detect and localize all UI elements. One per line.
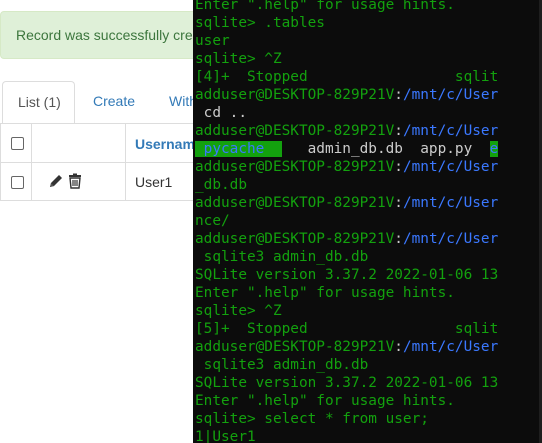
terminal-text: /mnt/c/User [402, 123, 499, 139]
terminal-line: Enter ".help" for usage hints. [195, 392, 455, 410]
row-select-cell [0, 162, 32, 201]
terminal-text: sqlite3 admin_db.db [195, 249, 369, 265]
terminal-line: adduser@DESKTOP-829P21V:/mnt/c/User [195, 230, 498, 248]
terminal-text: sqlite> ^Z [195, 303, 282, 319]
terminal-line: [5]+ Stopped sqlit [195, 320, 498, 338]
terminal-text: adduser@DESKTOP-829P21V [195, 339, 395, 355]
terminal-line: adduser@DESKTOP-829P21V:/mnt/c/User [195, 122, 498, 140]
terminal-text: Enter ".help" for usage hints. [195, 0, 455, 13]
terminal-line: 1|User1 [195, 428, 256, 443]
terminal-text: sqlite3 admin_db.db [195, 357, 369, 373]
terminal-line: [4]+ Stopped sqlit [195, 68, 498, 86]
terminal-line: user [195, 32, 230, 50]
terminal-line: Enter ".help" for usage hints. [195, 0, 455, 14]
actions-header [31, 123, 126, 163]
terminal-line: adduser@DESKTOP-829P21V:/mnt/c/User [195, 158, 498, 176]
terminal-window[interactable]: Enter ".help" for usage hints. sqlite> .t… [193, 0, 542, 443]
terminal-line: sqlite3 admin_db.db [195, 248, 369, 266]
terminal-text: /mnt/c/User [402, 195, 499, 211]
terminal-text: sqlite> select * from user; [195, 411, 429, 427]
terminal-line: adduser@DESKTOP-829P21V:/mnt/c/User [195, 194, 498, 212]
trash-icon[interactable] [68, 173, 82, 189]
terminal-line: adduser@DESKTOP-829P21V:/mnt/c/User [195, 338, 498, 356]
pencil-icon[interactable] [48, 173, 64, 189]
terminal-line: SQLite version 3.37.2 2022-01-06 13 [195, 374, 498, 392]
terminal-text: nce/ [195, 213, 230, 229]
terminal-text: 1|User1 [195, 429, 256, 443]
terminal-text: /mnt/c/User [402, 159, 499, 175]
terminal-text: : [394, 339, 403, 355]
terminal-text: cd .. [195, 105, 247, 121]
terminal-text: pycache [195, 141, 282, 157]
terminal-text: : [394, 123, 403, 139]
alert-message: Record was successfully cre [16, 27, 193, 43]
row-actions-cell [31, 162, 126, 201]
terminal-text: sqlite> ^Z [195, 51, 282, 67]
terminal-text: sqlite> .tables [195, 15, 325, 31]
terminal-line: Enter ".help" for usage hints. [195, 284, 455, 302]
terminal-text: Enter ".help" for usage hints. [195, 285, 455, 301]
select-all-cell [0, 123, 32, 163]
terminal-text: : [394, 231, 403, 247]
terminal-text: [5]+ Stopped sqlit [195, 321, 499, 337]
terminal-line: SQLite version 3.37.2 2022-01-06 13 [195, 266, 498, 284]
terminal-line: nce/ [195, 212, 230, 230]
terminal-text: : [394, 195, 403, 211]
terminal-text: /mnt/c/User [402, 231, 499, 247]
terminal-text: adduser@DESKTOP-829P21V [195, 195, 395, 211]
terminal-text: SQLite version 3.37.2 2022-01-06 13 [195, 375, 499, 391]
select-all-checkbox[interactable] [11, 137, 24, 150]
terminal-text: /mnt/c/User [402, 339, 499, 355]
terminal-line: _db.db [195, 176, 247, 194]
terminal-text: _db.db [195, 177, 247, 193]
terminal-text: : [394, 159, 403, 175]
terminal-line: sqlite3 admin_db.db [195, 356, 369, 374]
terminal-text: Enter ".help" for usage hints. [195, 393, 455, 409]
terminal-line: adduser@DESKTOP-829P21V:/mnt/c/User [195, 86, 498, 104]
terminal-text: e [489, 141, 499, 157]
terminal-text: adduser@DESKTOP-829P21V [195, 231, 395, 247]
terminal-text: adduser@DESKTOP-829P21V [195, 123, 395, 139]
terminal-text: user [195, 33, 230, 49]
terminal-text: : [394, 87, 403, 103]
terminal-line: sqlite> .tables [195, 14, 325, 32]
terminal-line: sqlite> ^Z [195, 302, 282, 320]
terminal-line: cd .. [195, 104, 247, 122]
terminal-text: adduser@DESKTOP-829P21V [195, 87, 395, 103]
terminal-text: admin_db.db app.py [281, 141, 490, 157]
terminal-line: sqlite> ^Z [195, 50, 282, 68]
terminal-line: sqlite> select * from user; [195, 410, 429, 428]
row-checkbox[interactable] [11, 176, 24, 189]
username-value: User1 [135, 174, 173, 190]
terminal-text: adduser@DESKTOP-829P21V [195, 159, 395, 175]
terminal-line: pycache admin_db.db app.py e [195, 140, 499, 158]
terminal-text: [4]+ Stopped sqlit [195, 69, 499, 85]
terminal-text: /mnt/c/User [402, 87, 499, 103]
tab-list[interactable]: List (1) [2, 81, 75, 124]
terminal-text: SQLite version 3.37.2 2022-01-06 13 [195, 267, 499, 283]
tab-create[interactable]: Create [78, 81, 150, 123]
